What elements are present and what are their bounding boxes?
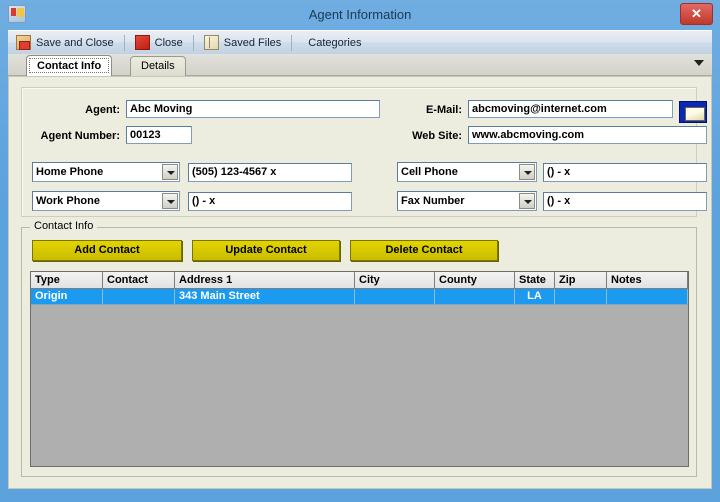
fax-number-type-value: Fax Number <box>401 195 465 207</box>
chevron-down-icon[interactable] <box>519 193 535 209</box>
toolbar-saved-files-label: Saved Files <box>223 36 282 49</box>
cell-phone-type-value: Cell Phone <box>401 166 458 178</box>
table-cell[interactable] <box>555 289 607 305</box>
agent-information-window: Agent Information ✕ Save and Close Close… <box>0 0 720 502</box>
delete-contact-button[interactable]: Delete Contact <box>350 240 498 261</box>
contacts-grid-rows: Origin 343 Main Street LA <box>31 289 688 305</box>
toolbar-separator <box>291 34 293 51</box>
chevron-down-icon[interactable] <box>519 164 535 180</box>
close-window-button[interactable]: ✕ <box>680 3 713 25</box>
agent-input[interactable]: Abc Moving <box>126 100 380 118</box>
tab-contact-info-label: Contact Info <box>37 60 102 72</box>
grid-column-header[interactable]: Notes <box>607 272 688 289</box>
grid-column-header[interactable]: Contact <box>103 272 175 289</box>
table-cell[interactable]: 343 Main Street <box>175 289 355 305</box>
grid-column-header[interactable]: City <box>355 272 435 289</box>
work-phone-input[interactable]: () - x <box>188 192 352 211</box>
tab-strip: Contact Info Details <box>8 54 712 76</box>
web-site-input[interactable]: www.abcmoving.com <box>468 126 707 144</box>
send-mail-icon-button[interactable] <box>679 101 707 123</box>
toolbar-save-and-close[interactable]: Save and Close <box>8 31 122 55</box>
cell-phone-input[interactable]: () - x <box>543 163 707 182</box>
email-label: E-Mail: <box>425 104 462 116</box>
contact-info-group: Contact Info Add Contact Update Contact … <box>21 220 697 477</box>
grid-column-header[interactable]: State <box>515 272 555 289</box>
toolbar-items: Save and Close Close Saved Files Categor… <box>8 31 375 55</box>
work-phone-type-select[interactable]: Work Phone <box>32 191 180 211</box>
toolbar-saved-files[interactable]: Saved Files <box>196 31 289 55</box>
home-phone-type-select[interactable]: Home Phone <box>32 162 180 182</box>
titlebar: Agent Information ✕ <box>0 0 720 30</box>
tab-contact-info[interactable]: Contact Info <box>26 55 113 76</box>
contacts-grid-empty-area <box>31 305 688 466</box>
table-row[interactable]: Origin 343 Main Street LA <box>31 289 688 305</box>
chevron-down-icon[interactable] <box>162 164 178 180</box>
work-phone-type-value: Work Phone <box>36 195 100 207</box>
tab-details-label: Details <box>141 60 175 72</box>
toolbar-close[interactable]: Close <box>127 31 191 55</box>
toolbar-separator <box>123 34 125 51</box>
update-contact-button[interactable]: Update Contact <box>192 240 340 261</box>
toolbar-categories[interactable]: Categories <box>294 31 375 55</box>
web-site-label: Web Site: <box>412 130 462 142</box>
table-cell[interactable] <box>607 289 688 305</box>
agent-fields-panel: Agent: Abc Moving Agent Number: 00123 E-… <box>21 87 707 217</box>
grid-column-header[interactable]: Address 1 <box>175 272 355 289</box>
table-cell[interactable]: Origin <box>31 289 103 305</box>
saved-files-icon <box>203 35 219 50</box>
toolbar-save-and-close-label: Save and Close <box>36 36 114 49</box>
table-cell[interactable] <box>355 289 435 305</box>
grid-column-header[interactable]: County <box>435 272 515 289</box>
table-cell[interactable] <box>435 289 515 305</box>
toolbar-close-label: Close <box>154 36 183 49</box>
fax-number-input[interactable]: () - x <box>543 192 707 211</box>
contacts-grid-header: Type Contact Address 1 City County State Zip No… <box>31 272 688 289</box>
contacts-grid[interactable]: Type Contact Address 1 City County State Zip No… <box>30 271 689 467</box>
tab-details[interactable]: Details <box>130 56 186 76</box>
home-phone-input[interactable]: (505) 123-4567 x <box>188 163 352 182</box>
cell-phone-type-select[interactable]: Cell Phone <box>397 162 537 182</box>
toolbar-categories-label: Categories <box>308 36 362 49</box>
chevron-down-icon[interactable] <box>162 193 178 209</box>
agent-label: Agent: <box>85 104 120 116</box>
window-title: Agent Information <box>308 7 412 22</box>
home-phone-type-value: Home Phone <box>36 166 104 178</box>
table-cell[interactable] <box>103 289 175 305</box>
chevron-down-icon[interactable] <box>694 60 704 66</box>
grid-column-header[interactable]: Type <box>31 272 103 289</box>
toolbar: Save and Close Close Saved Files Categor… <box>8 30 712 54</box>
email-input[interactable]: abcmoving@internet.com <box>468 100 673 118</box>
close-icon <box>134 35 150 50</box>
agent-number-input[interactable]: 00123 <box>126 126 192 144</box>
toolbar-separator <box>192 34 194 51</box>
save-and-close-icon <box>16 35 31 50</box>
fax-number-type-select[interactable]: Fax Number <box>397 191 537 211</box>
table-cell[interactable]: LA <box>515 289 555 305</box>
agent-number-label: Agent Number: <box>40 130 120 142</box>
grid-column-header[interactable]: Zip <box>555 272 607 289</box>
contact-info-page: Agent: Abc Moving Agent Number: 00123 E-… <box>8 76 712 489</box>
contact-info-group-caption: Contact Info <box>30 220 98 232</box>
add-contact-button[interactable]: Add Contact <box>32 240 182 261</box>
